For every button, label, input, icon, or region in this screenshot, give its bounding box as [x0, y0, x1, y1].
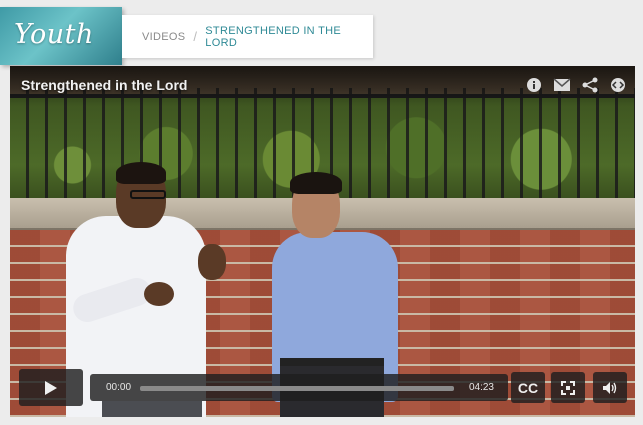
volume-button[interactable] — [593, 372, 627, 403]
fullscreen-icon — [561, 380, 575, 395]
breadcrumb-current: STRENGTHENED IN THE LORD — [205, 24, 341, 49]
email-icon[interactable] — [553, 76, 571, 94]
volume-icon — [603, 381, 617, 394]
total-time: 04:23 — [468, 382, 494, 393]
video-frame — [10, 66, 635, 417]
fullscreen-button[interactable] — [551, 372, 585, 403]
page-header: Youth VIDEOS / STRENGTHENED IN THE LORD — [0, 0, 643, 66]
current-time: 00:00 — [106, 382, 132, 393]
progress-track[interactable] — [140, 386, 454, 391]
video-top-icons — [525, 76, 627, 94]
video-title-bar: Strengthened in the Lord — [10, 66, 635, 106]
breadcrumb: VIDEOS / STRENGTHENED IN THE LORD — [122, 15, 373, 58]
share-icon[interactable] — [581, 76, 599, 94]
embed-icon[interactable] — [609, 76, 627, 94]
youth-logo[interactable]: Youth — [0, 7, 122, 65]
video-title: Strengthened in the Lord — [21, 77, 188, 93]
logo-text: Youth — [14, 19, 94, 50]
breadcrumb-separator: / — [193, 29, 198, 44]
info-icon[interactable] — [525, 76, 543, 94]
closed-captions-button[interactable]: CC — [511, 372, 545, 403]
breadcrumb-videos-link[interactable]: VIDEOS — [142, 31, 185, 43]
play-icon — [45, 380, 57, 395]
seek-bar[interactable]: 00:00 04:23 — [90, 374, 508, 401]
play-button[interactable] — [19, 369, 83, 406]
video-player[interactable]: Strengthened in the Lord 00:00 04:23 CC — [10, 66, 635, 417]
